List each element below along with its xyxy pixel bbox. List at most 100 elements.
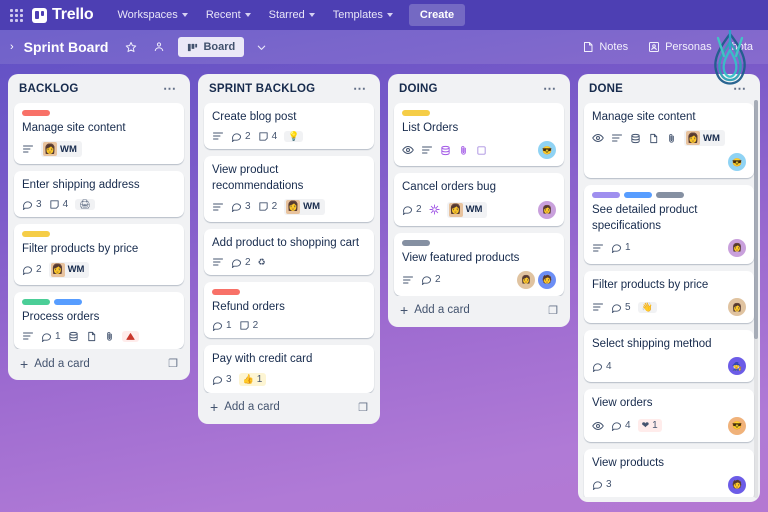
comment-badge[interactable]: 3 xyxy=(231,201,251,213)
template-badge[interactable] xyxy=(440,145,451,156)
add-card-button[interactable]: + Add a card ❐ xyxy=(13,349,185,375)
attachment-badge[interactable] xyxy=(104,331,115,342)
nav-item-templates[interactable]: Templates xyxy=(325,5,401,25)
nav-item-recent[interactable]: Recent xyxy=(198,5,259,25)
card-label[interactable] xyxy=(656,192,684,199)
list-scrollbar[interactable] xyxy=(754,100,758,498)
card-badge-badge[interactable]: 2 xyxy=(239,320,258,331)
watch-eye-badge[interactable] xyxy=(592,420,604,432)
comment-badge[interactable]: 5 xyxy=(611,302,631,313)
card[interactable]: Create blog post 2 4 💡 xyxy=(204,103,374,150)
card-cover-badge[interactable] xyxy=(86,331,97,342)
comment-badge[interactable]: 1 xyxy=(41,331,61,342)
card-template-icon[interactable]: ❐ xyxy=(548,304,558,317)
reaction-badge[interactable]: 🖨 xyxy=(75,198,95,210)
list-menu-button[interactable]: ⋯ xyxy=(351,82,369,95)
star-icon[interactable] xyxy=(120,36,142,58)
comment-badge[interactable]: 2 xyxy=(231,131,251,142)
list-title[interactable]: BACKLOG xyxy=(19,83,79,95)
card[interactable]: Pay with credit card 3 👍 1 xyxy=(204,345,374,393)
card-label[interactable] xyxy=(624,192,652,199)
card-label[interactable] xyxy=(592,192,620,199)
card-label[interactable] xyxy=(212,289,240,296)
member-chip[interactable]: 👩 WM xyxy=(41,141,82,158)
card-template-icon[interactable]: ❐ xyxy=(168,357,178,370)
create-button[interactable]: Create xyxy=(408,4,466,26)
card-label[interactable] xyxy=(402,110,430,116)
card[interactable]: Refund orders 1 2 xyxy=(204,282,374,339)
card-label[interactable] xyxy=(22,298,50,305)
card-label[interactable] xyxy=(54,298,82,305)
add-card-button[interactable]: + Add a card ❐ xyxy=(203,393,375,419)
alert-badge[interactable] xyxy=(121,330,139,342)
nav-item-starred[interactable]: Starred xyxy=(261,5,323,25)
member-chip[interactable]: 👩 WM xyxy=(446,201,488,218)
view-dropdown-chevron-icon[interactable] xyxy=(250,36,272,58)
sidebar-toggle-button[interactable]: › xyxy=(8,41,18,53)
description-badge[interactable] xyxy=(212,130,224,142)
bug-badge[interactable] xyxy=(429,204,440,215)
apps-grid-icon[interactable] xyxy=(8,7,24,23)
list-menu-button[interactable]: ⋯ xyxy=(161,82,179,95)
description-badge[interactable] xyxy=(592,242,604,254)
member-chip[interactable]: 👩 WM xyxy=(48,261,90,278)
template-badge[interactable] xyxy=(68,331,79,342)
workspace-visibility-icon[interactable] xyxy=(148,36,170,58)
card[interactable]: View products 3 🧑 xyxy=(584,448,754,497)
watch-eye-badge[interactable] xyxy=(402,144,414,156)
card[interactable]: Filter products by price 5 👋 👩 xyxy=(584,270,754,324)
description-badge[interactable] xyxy=(421,144,433,156)
list-title[interactable]: DOING xyxy=(399,83,438,95)
add-card-button[interactable]: + Add a card ❐ xyxy=(393,296,565,322)
card-cover-badge[interactable] xyxy=(648,133,659,144)
attachment-badge[interactable] xyxy=(458,145,469,156)
reaction-badge[interactable]: ❤ 1 xyxy=(637,419,662,433)
card[interactable]: View product recommendations 3 2 👩 WM xyxy=(204,156,374,222)
member-chip[interactable]: 👩 WM xyxy=(284,198,326,215)
description-badge[interactable] xyxy=(22,330,34,342)
reaction-badge[interactable]: 👋 xyxy=(637,301,657,313)
description-badge[interactable] xyxy=(22,143,34,155)
card-badge-badge[interactable]: 2 xyxy=(258,201,277,212)
comment-badge[interactable]: 3 xyxy=(212,374,232,385)
avatar[interactable]: 👩 xyxy=(728,238,746,257)
card[interactable]: Filter products by price 2 👩 WM xyxy=(14,223,184,285)
avatar[interactable]: 👩 xyxy=(517,270,535,289)
template-badge[interactable] xyxy=(630,133,641,144)
comment-badge[interactable]: 3 xyxy=(22,199,42,210)
avatar[interactable]: 🧙 xyxy=(728,357,746,376)
comment-badge[interactable]: 2 xyxy=(402,204,422,216)
reaction-badge[interactable]: 👍 1 xyxy=(238,372,267,386)
card[interactable]: View featured products 2 👩 🧑 xyxy=(394,232,564,296)
avatar[interactable]: 😎 xyxy=(728,416,746,435)
avatar[interactable]: 👩 xyxy=(728,298,746,317)
avatar[interactable]: 😎 xyxy=(538,141,556,160)
card-label[interactable] xyxy=(402,239,430,246)
comment-badge[interactable]: 2 xyxy=(231,257,251,268)
square-badge[interactable] xyxy=(476,145,487,156)
bot-button[interactable]: bota xyxy=(725,37,760,57)
nav-item-workspaces[interactable]: Workspaces xyxy=(109,5,195,25)
card-badge-badge[interactable]: 4 xyxy=(49,199,68,210)
avatar[interactable]: 🧑 xyxy=(728,475,746,494)
comment-badge[interactable]: 1 xyxy=(611,242,631,254)
description-badge[interactable] xyxy=(611,132,623,144)
board-view-switcher[interactable]: Board xyxy=(178,37,245,57)
comment-badge[interactable]: 2 xyxy=(22,264,42,276)
comment-badge[interactable]: 4 xyxy=(611,420,631,432)
comment-badge[interactable]: 1 xyxy=(212,320,232,332)
list-menu-button[interactable]: ⋯ xyxy=(731,82,749,95)
trello-logo[interactable]: Trello xyxy=(32,6,94,24)
board-title[interactable]: Sprint Board xyxy=(24,39,109,55)
card[interactable]: Select shipping method 4 🧙 xyxy=(584,330,754,383)
description-badge[interactable] xyxy=(402,274,414,286)
card[interactable]: See detailed product specifications 1 👩 xyxy=(584,185,754,264)
card[interactable]: Enter shipping address 3 4 🖨 xyxy=(14,171,184,217)
card-template-icon[interactable]: ❐ xyxy=(358,401,368,414)
card-label[interactable] xyxy=(22,230,50,237)
card-label[interactable] xyxy=(22,110,50,116)
personas-button[interactable]: Personas xyxy=(641,37,718,57)
reaction-badge[interactable]: ♻ xyxy=(258,257,266,267)
card-badge-badge[interactable]: 4 xyxy=(258,131,277,142)
comment-badge[interactable]: 3 xyxy=(592,479,612,491)
